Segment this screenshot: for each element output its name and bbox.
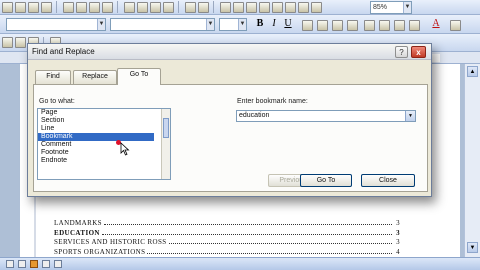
toc-row[interactable]: SPORTS ORGANIZATIONS 4 — [54, 246, 400, 256]
close-button[interactable]: Close — [361, 174, 415, 187]
align-center-icon[interactable] — [317, 20, 328, 31]
bullets-icon[interactable] — [379, 20, 390, 31]
font-box[interactable]: ▼ — [110, 18, 215, 31]
chevron-down-icon[interactable]: ▼ — [206, 19, 214, 30]
list-item[interactable]: Footnote — [38, 149, 154, 157]
help-button[interactable]: ? — [395, 46, 408, 58]
bookmark-name-combo[interactable]: education ▼ — [236, 110, 416, 122]
toc-leader — [101, 234, 392, 235]
zoom-value: 85% — [373, 4, 388, 11]
columns-icon[interactable] — [272, 1, 283, 13]
insert-table-icon[interactable] — [246, 1, 257, 13]
italic-button[interactable]: I — [268, 18, 280, 30]
insert-excel-icon[interactable] — [259, 1, 270, 13]
mouse-pointer-icon — [120, 142, 130, 156]
toc-page: 4 — [396, 248, 400, 256]
document-map-icon[interactable] — [298, 1, 309, 13]
redo-icon[interactable] — [198, 1, 209, 13]
toc-label: LANDMARKS — [54, 219, 102, 227]
highlight-icon[interactable] — [409, 20, 420, 31]
toolbar-separator — [117, 1, 118, 13]
numbering-icon[interactable] — [364, 20, 375, 31]
toc-label: SERVICES AND HISTORIC ROSS — [54, 238, 167, 246]
toolbar-separator — [178, 1, 179, 13]
font-color-button[interactable]: A — [430, 18, 442, 30]
scroll-up-icon[interactable]: ▲ — [467, 66, 478, 77]
toc-page: 3 — [396, 219, 400, 227]
new-document-icon[interactable] — [2, 1, 13, 13]
list-item[interactable]: Endnote — [38, 157, 154, 165]
chevron-down-icon[interactable]: ▼ — [405, 111, 415, 121]
justify-icon[interactable] — [347, 20, 358, 31]
save-icon[interactable] — [28, 1, 39, 13]
toolbar-icon[interactable] — [2, 37, 13, 48]
go-to-what-label: Go to what: — [39, 98, 75, 105]
outline-view-icon[interactable] — [42, 260, 50, 268]
print-preview-icon[interactable] — [76, 1, 87, 13]
paste-icon[interactable] — [150, 1, 161, 13]
bold-button[interactable]: B — [254, 18, 266, 30]
toc-leader — [168, 243, 392, 244]
underline-button[interactable]: U — [282, 18, 294, 30]
toolbar-separator — [213, 1, 214, 13]
chevron-down-icon[interactable]: ▼ — [97, 19, 105, 30]
find-replace-dialog: Find and Replace ? x Find Replace Go To … — [27, 43, 432, 197]
web-layout-icon[interactable] — [18, 260, 26, 268]
list-scrollbar[interactable] — [161, 109, 170, 179]
print-layout-icon[interactable] — [30, 260, 38, 268]
bookmark-name-value: education — [239, 112, 270, 119]
toc-label: SPORTS ORGANIZATIONS — [54, 248, 146, 256]
reading-layout-icon[interactable] — [54, 260, 62, 268]
open-icon[interactable] — [15, 1, 26, 13]
toc-page: 3 — [396, 238, 400, 246]
list-item[interactable]: Comment — [38, 141, 154, 149]
list-scroll-thumb[interactable] — [163, 118, 169, 138]
align-left-icon[interactable] — [302, 20, 313, 31]
style-box[interactable]: ▼ — [6, 18, 106, 31]
toolbar-separator — [56, 1, 57, 13]
toc-leader — [103, 224, 392, 225]
drawing-icon[interactable] — [285, 1, 296, 13]
cut-icon[interactable] — [124, 1, 135, 13]
zoom-box[interactable]: 85% ▼ — [370, 1, 412, 14]
list-item[interactable]: Page — [38, 109, 154, 117]
list-item[interactable]: Line — [38, 125, 154, 133]
toc-row[interactable]: SERVICES AND HISTORIC ROSS 3 — [54, 236, 400, 246]
align-right-icon[interactable] — [332, 20, 343, 31]
tab-find[interactable]: Find — [35, 70, 71, 84]
toolbar-options-icon[interactable] — [450, 20, 461, 31]
font-size-box[interactable]: ▼ — [219, 18, 247, 31]
format-painter-icon[interactable] — [163, 1, 174, 13]
list-item[interactable]: Section — [38, 117, 154, 125]
dialog-titlebar[interactable]: Find and Replace ? x — [28, 44, 431, 60]
list-item-selected[interactable]: Bookmark — [38, 133, 154, 141]
go-to-button[interactable]: Go To — [300, 174, 352, 187]
spelling-icon[interactable] — [89, 1, 100, 13]
go-to-what-list[interactable]: Page Section Line Bookmark Comment Footn… — [37, 108, 171, 180]
dialog-title: Find and Replace — [32, 47, 95, 56]
view-bar — [0, 257, 480, 270]
research-icon[interactable] — [102, 1, 113, 13]
undo-icon[interactable] — [185, 1, 196, 13]
normal-view-icon[interactable] — [6, 260, 14, 268]
indent-icon[interactable] — [394, 20, 405, 31]
vertical-scrollbar[interactable]: ▲ ▼ — [464, 64, 480, 257]
tables-borders-icon[interactable] — [233, 1, 244, 13]
tab-replace[interactable]: Replace — [73, 70, 117, 84]
close-icon[interactable]: x — [411, 46, 426, 58]
scroll-down-icon[interactable]: ▼ — [467, 242, 478, 253]
permission-icon[interactable] — [41, 1, 52, 13]
show-hide-icon[interactable] — [311, 1, 322, 13]
chevron-down-icon[interactable]: ▼ — [238, 19, 246, 30]
toc-leader — [147, 253, 392, 254]
print-icon[interactable] — [63, 1, 74, 13]
toc-row[interactable]: LANDMARKS 3 — [54, 217, 400, 227]
hyperlink-icon[interactable] — [220, 1, 231, 13]
tab-go-to[interactable]: Go To — [117, 68, 161, 85]
copy-icon[interactable] — [137, 1, 148, 13]
enter-bookmark-label: Enter bookmark name: — [237, 98, 308, 105]
toolbar-icon[interactable] — [15, 37, 26, 48]
chevron-down-icon[interactable]: ▼ — [403, 2, 411, 13]
